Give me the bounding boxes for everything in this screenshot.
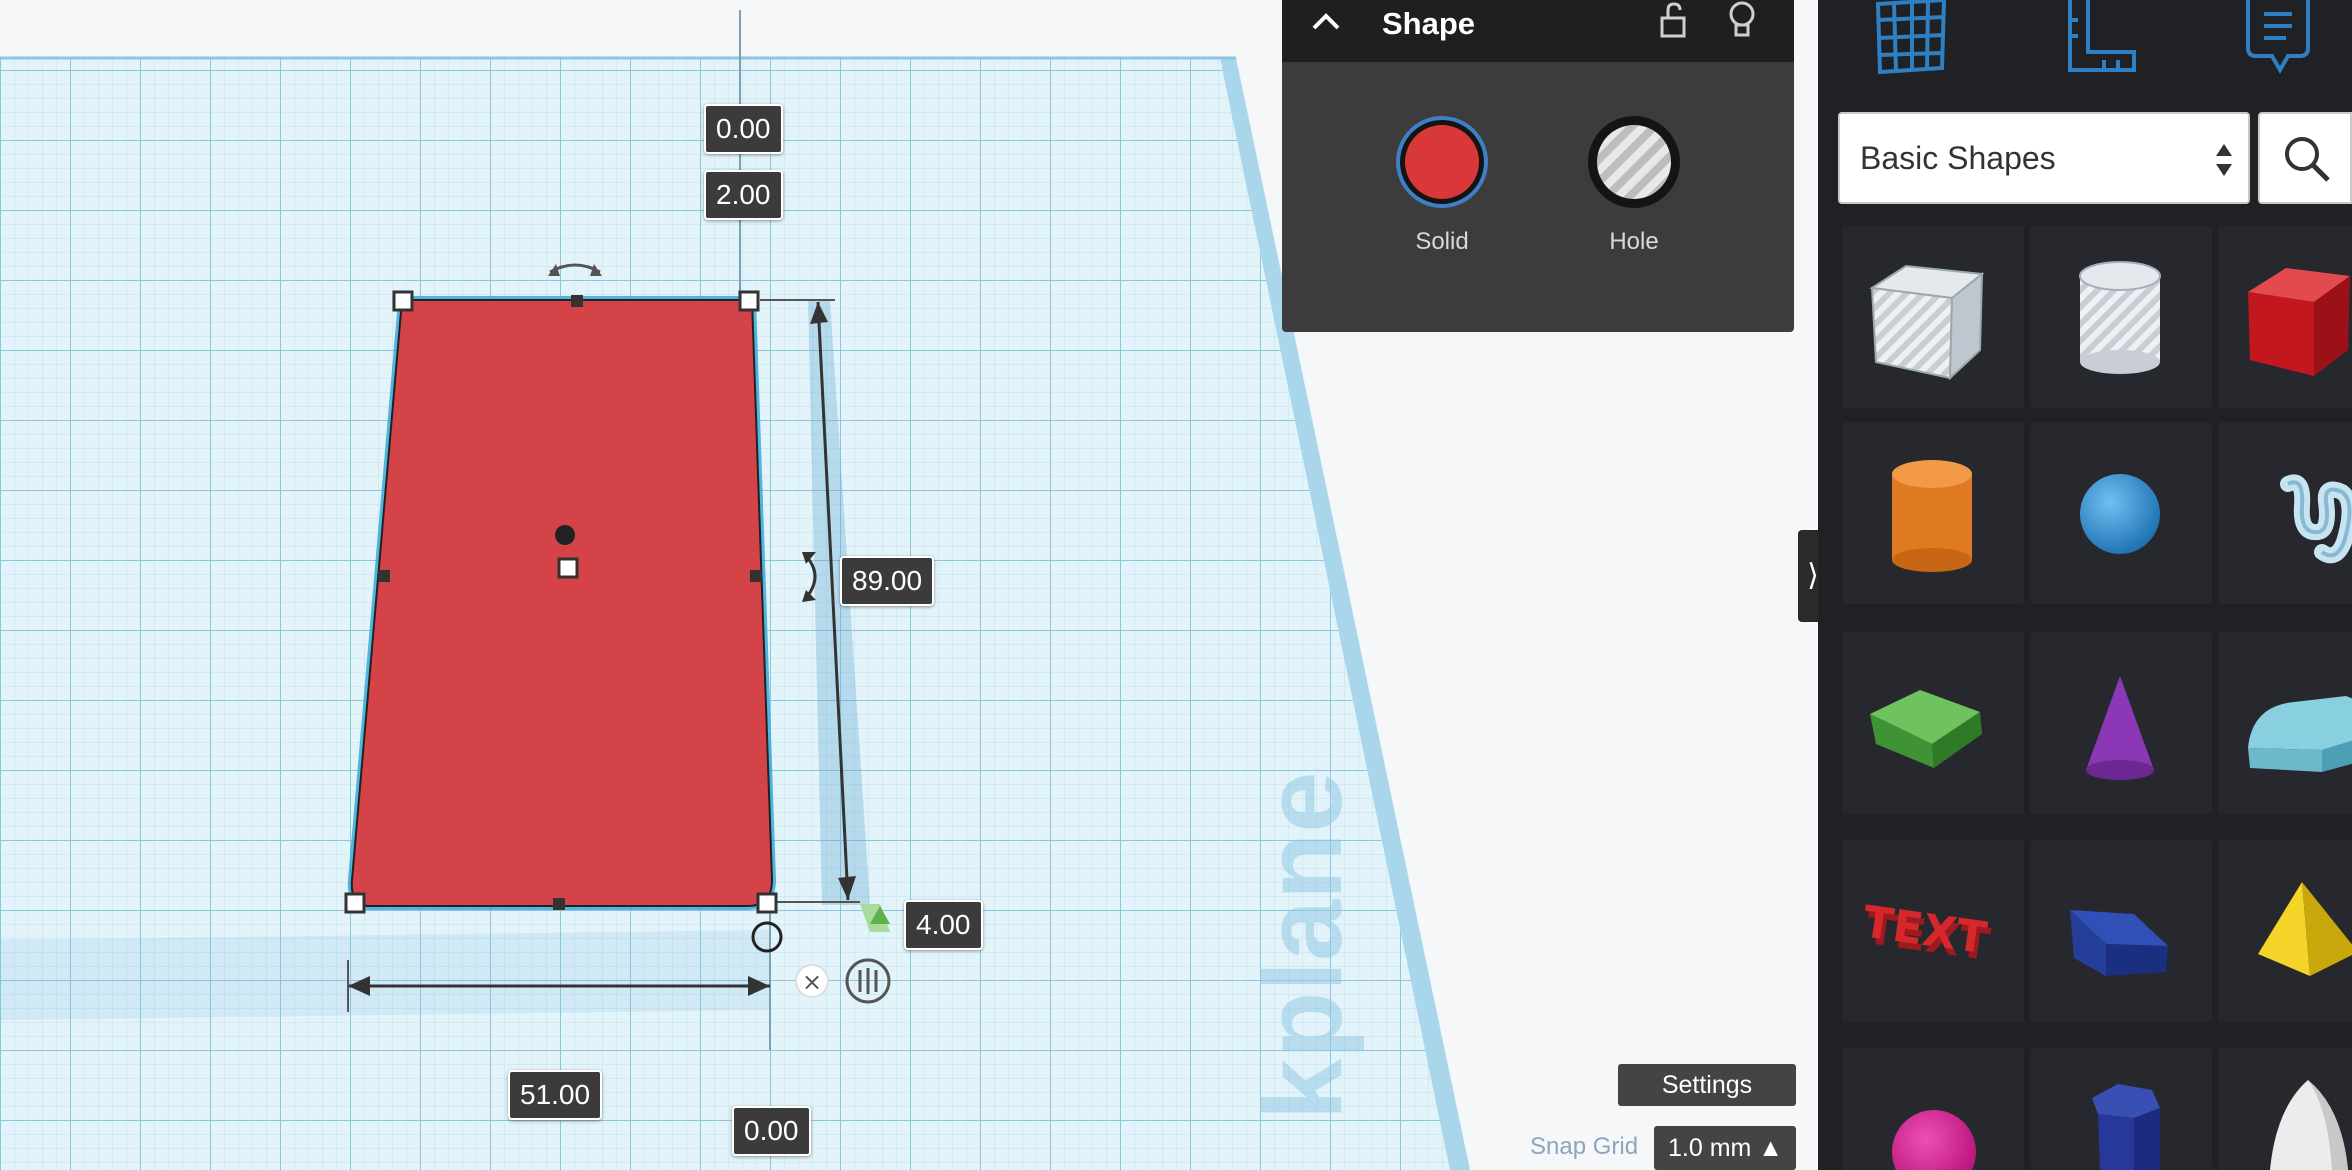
box-icon	[2248, 268, 2350, 376]
selected-box-shape	[350, 299, 774, 907]
svg-text:×: ×	[802, 968, 822, 996]
paraboloid-icon	[2270, 1080, 2348, 1170]
round-roof-icon	[2248, 696, 2352, 772]
solid-swatch[interactable]	[1392, 112, 1492, 212]
search-icon	[2282, 134, 2332, 189]
cone-icon	[2086, 676, 2154, 780]
shape-tile-roof[interactable]	[1842, 632, 2024, 814]
hole-box-icon	[1869, 264, 1985, 381]
shape-tile-cylinder[interactable]	[1842, 422, 2024, 604]
shape-tile-box[interactable]	[2218, 226, 2352, 408]
scribble-icon	[2280, 474, 2352, 564]
sphere-icon	[2080, 474, 2160, 554]
shape-tile-cylinder-hole[interactable]	[2030, 226, 2212, 408]
shape-tile-box-hole[interactable]	[1842, 226, 2024, 408]
shape-tile-half-sphere[interactable]	[1842, 1048, 2024, 1170]
wedge-icon	[2070, 910, 2168, 976]
pyramid-icon	[2258, 882, 2352, 976]
collapse-chevron-icon[interactable]	[1304, 0, 1348, 49]
cylinder-icon	[1892, 460, 1972, 572]
shape-category-label: Basic Shapes	[1860, 140, 2056, 176]
text-icon: TEXT TEXT	[1860, 897, 1993, 971]
polygon-icon	[2092, 1084, 2160, 1170]
hole-cylinder-icon	[2079, 261, 2161, 374]
shape-tile-sphere[interactable]	[2030, 422, 2212, 604]
workplane-grid-icon[interactable]	[1864, 0, 1954, 79]
length-value[interactable]: 89.00	[840, 556, 935, 606]
hole-label: Hole	[1609, 228, 1659, 255]
lightbulb-icon[interactable]	[1720, 0, 1764, 49]
hole-swatch[interactable]	[1584, 112, 1684, 212]
shape-tile-cone[interactable]	[2030, 632, 2212, 814]
shape-tile-pyramid[interactable]	[2218, 840, 2352, 1022]
shape-search-button[interactable]	[2258, 112, 2352, 204]
shape-tile-polygon[interactable]	[2030, 1048, 2212, 1170]
snap-grid-select[interactable]: 1.0 mm ▲	[1654, 1126, 1796, 1170]
bottom-offset-value[interactable]: 0.00	[732, 1106, 811, 1156]
ruler-icon[interactable]	[2048, 0, 2148, 79]
workplane-label: kplane	[1242, 771, 1365, 1120]
shape-inspector-title: Shape	[1382, 6, 1476, 41]
elevation-value[interactable]: 0.00	[704, 104, 783, 154]
shape-tile-paraboloid[interactable]	[2218, 1048, 2352, 1170]
shape-category-select[interactable]: Basic Shapes	[1838, 112, 2250, 204]
height-value[interactable]: 2.00	[704, 170, 783, 220]
shape-tile-text[interactable]: TEXT TEXT	[1842, 840, 2024, 1022]
select-arrows-icon	[2214, 142, 2234, 183]
snap-grid-label: Snap Grid	[1530, 1133, 1639, 1160]
shape-tile-round-roof[interactable]	[2218, 632, 2352, 814]
half-sphere-icon	[1892, 1110, 1976, 1170]
shape-inspector-header: Shape	[1282, 0, 1794, 62]
shape-tile-scribble[interactable]	[2218, 422, 2352, 604]
corner-value[interactable]: 4.00	[904, 900, 983, 950]
shape-inspector: Shape Solid Hole	[1282, 0, 1794, 332]
roof-icon	[1870, 690, 1982, 768]
shape-tile-wedge[interactable]	[2030, 840, 2212, 1022]
width-value[interactable]: 51.00	[508, 1070, 603, 1120]
notes-icon[interactable]	[2238, 0, 2318, 79]
solid-label: Solid	[1415, 228, 1469, 255]
settings-button[interactable]: Settings	[1618, 1064, 1796, 1106]
unlock-icon[interactable]	[1652, 0, 1696, 49]
shape-library-sidebar: Basic Shapes TEXT TEXT	[1818, 0, 2352, 1170]
